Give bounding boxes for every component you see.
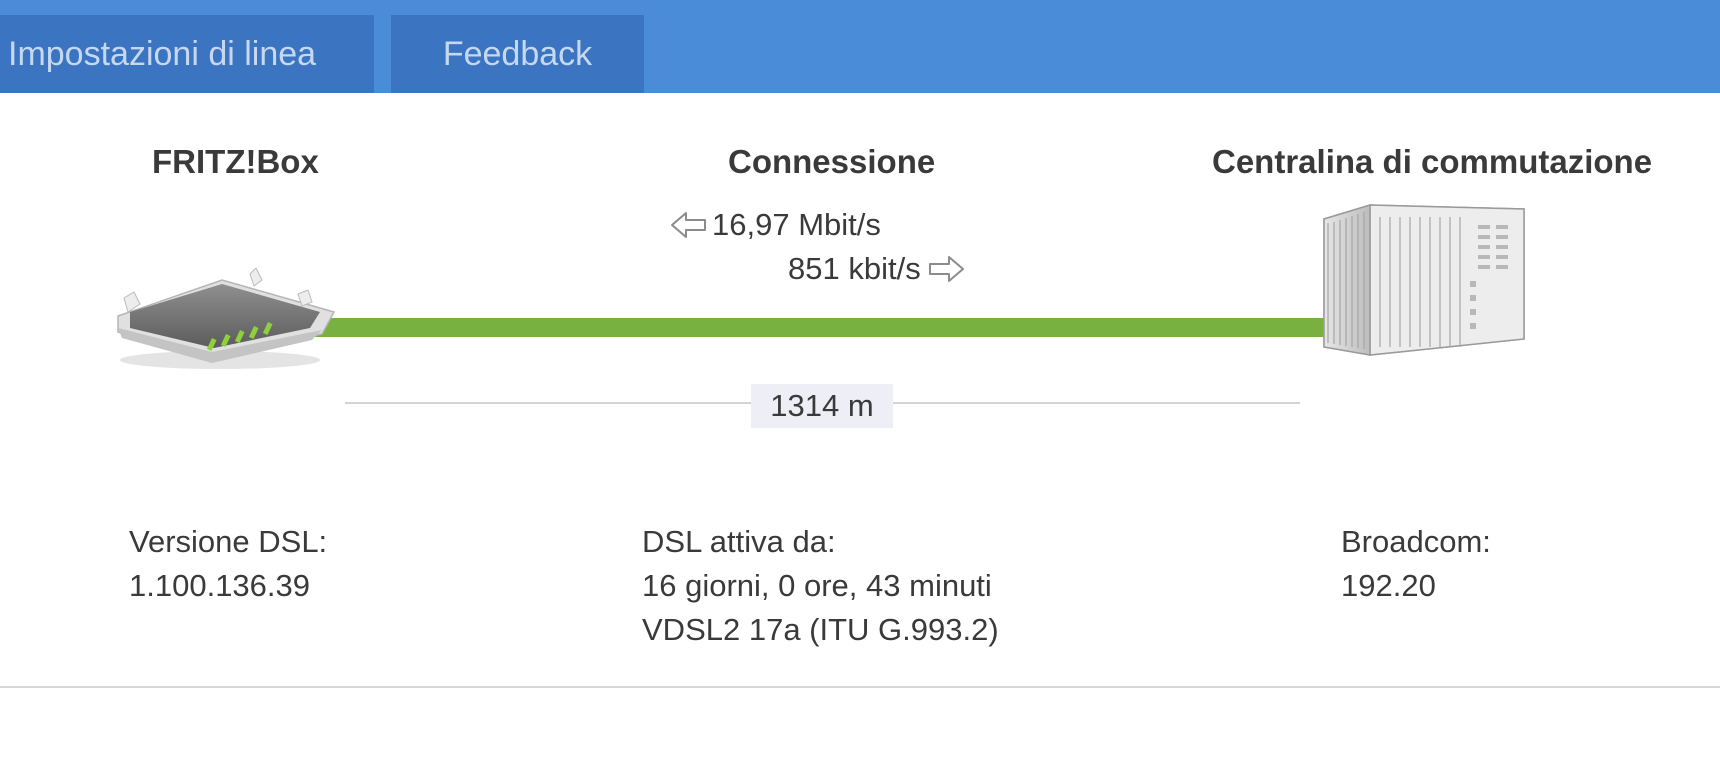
dsl-version-label: Versione DSL: [129,524,328,559]
dsl-version-info: Versione DSL: 1.100.136.39 [129,520,327,608]
dsl-uptime-label: DSL attiva da: [642,524,836,559]
section-divider [0,686,1720,688]
downstream-rate: 16,97 Mbit/s [670,205,881,245]
connection-line [305,318,1325,337]
exchange-icon [1318,201,1526,359]
dsl-uptime-info: DSL attiva da: 16 giorni, 0 ore, 43 minu… [642,520,999,652]
dsl-uptime-value: 16 giorni, 0 ore, 43 minuti [642,568,992,603]
chipset-value: 192.20 [1341,568,1436,603]
tab-feedback[interactable]: Feedback [391,15,644,93]
connection-title: Connessione [728,143,936,180]
arrow-left-icon [670,210,708,240]
downstream-rate-value: 16,97 Mbit/s [712,207,881,242]
router-icon [112,268,337,373]
fritzbox-title: FRITZ!Box [152,143,319,180]
dsl-standard-value: VDSL2 17a (ITU G.993.2) [642,612,999,647]
arrow-right-icon [927,254,965,284]
tab-line-settings[interactable]: Impostazioni di linea [0,15,374,93]
dsl-version-value: 1.100.136.39 [129,568,311,603]
upstream-rate: 851 kbit/s [788,249,965,289]
exchange-title: Centralina di commutazione [1212,143,1653,180]
line-length: 1314 m [751,384,893,428]
upstream-rate-value: 851 kbit/s [788,251,921,286]
chipset-info: Broadcom: 192.20 [1341,520,1491,608]
chipset-label: Broadcom: [1341,524,1491,559]
top-nav-bar: Impostazioni di linea Feedback [0,0,1720,93]
